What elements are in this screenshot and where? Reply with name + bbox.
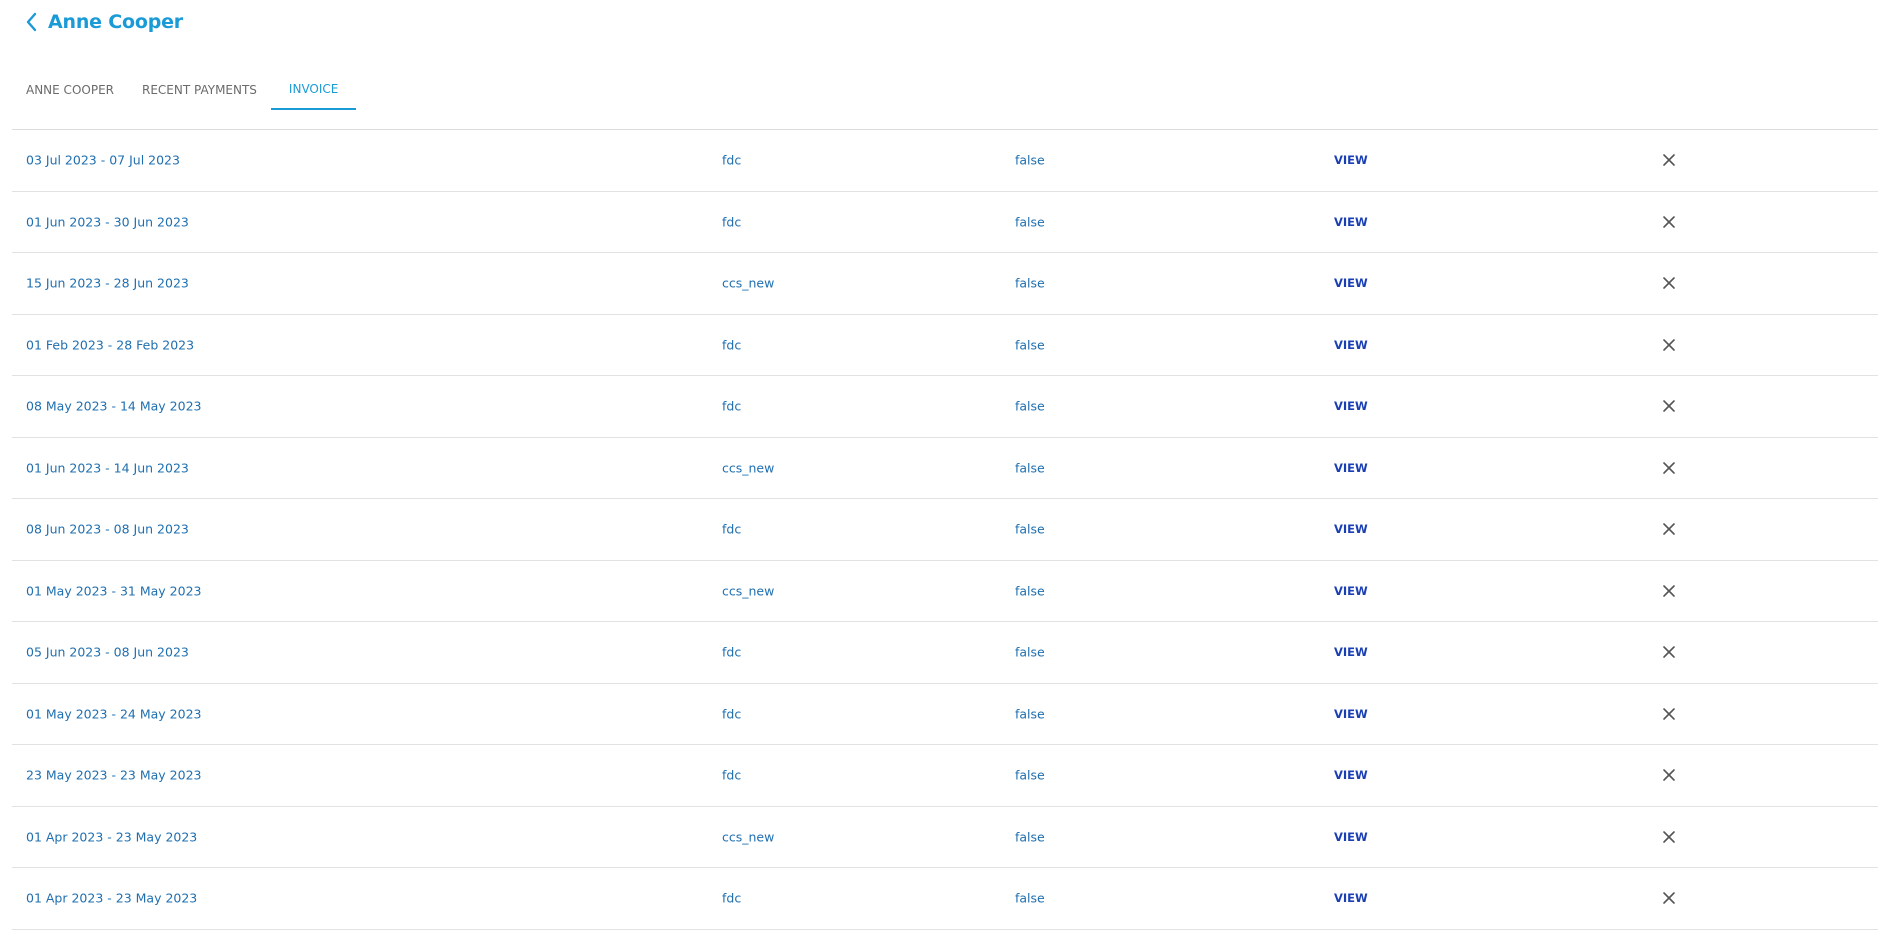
close-icon[interactable]	[1660, 766, 1678, 784]
invoice-type: fdc	[722, 767, 742, 783]
close-icon[interactable]	[1660, 397, 1678, 415]
invoice-period: 15 Jun 2023 - 28 Jun 2023	[26, 275, 189, 291]
invoice-period: 23 May 2023 - 23 May 2023	[26, 767, 202, 783]
invoice-type: fdc	[722, 890, 742, 906]
page-title: Anne Cooper	[48, 11, 183, 33]
invoice-flag: false	[1015, 398, 1045, 414]
view-button[interactable]: VIEW	[1334, 522, 1368, 536]
page-header: Anne Cooper	[22, 8, 183, 36]
invoice-flag: false	[1015, 890, 1045, 906]
invoice-type: fdc	[722, 214, 742, 230]
invoice-flag: false	[1015, 152, 1045, 168]
close-icon[interactable]	[1660, 828, 1678, 846]
view-button[interactable]: VIEW	[1334, 399, 1368, 413]
invoice-type: fdc	[722, 521, 742, 537]
table-row: 23 May 2023 - 23 May 2023 fdc false VIEW	[12, 745, 1878, 807]
invoice-flag: false	[1015, 337, 1045, 353]
table-row: 15 Jun 2023 - 28 Jun 2023 ccs_new false VIE…	[12, 253, 1878, 315]
tab-bar: ANNE COOPER RECENT PAYMENTS INVOICE	[12, 70, 357, 110]
close-icon[interactable]	[1660, 643, 1678, 661]
invoice-type: ccs_new	[722, 275, 775, 291]
invoice-period: 08 May 2023 - 14 May 2023	[26, 398, 202, 414]
view-button[interactable]: VIEW	[1334, 830, 1368, 844]
close-icon[interactable]	[1660, 705, 1678, 723]
view-button[interactable]: VIEW	[1334, 461, 1368, 475]
table-row: 01 Feb 2023 - 28 Feb 2023 fdc false VIEW	[12, 315, 1878, 376]
invoice-flag: false	[1015, 767, 1045, 783]
invoice-period: 01 Jun 2023 - 14 Jun 2023	[26, 460, 189, 476]
invoice-period: 08 Jun 2023 - 08 Jun 2023	[26, 521, 189, 537]
table-row: 01 May 2023 - 31 May 2023 ccs_new false VIE…	[12, 561, 1878, 622]
invoice-period: 01 May 2023 - 31 May 2023	[26, 583, 202, 599]
close-icon[interactable]	[1660, 520, 1678, 538]
invoice-flag: false	[1015, 706, 1045, 722]
invoice-flag: false	[1015, 460, 1045, 476]
table-row: 01 Jun 2023 - 14 Jun 2023 ccs_new false VIE…	[12, 438, 1878, 499]
invoice-period: 01 Feb 2023 - 28 Feb 2023	[26, 337, 195, 353]
view-button[interactable]: VIEW	[1334, 707, 1368, 721]
table-row: 05 Jun 2023 - 08 Jun 2023 fdc false VIEW	[12, 622, 1878, 684]
invoice-flag: false	[1015, 583, 1045, 599]
invoice-period: 01 May 2023 - 24 May 2023	[26, 706, 202, 722]
table-row: 01 Jun 2023 - 30 Jun 2023 fdc false VIEW	[12, 192, 1878, 253]
invoice-table: 03 Jul 2023 - 07 Jul 2023 fdc false VIEW 01 …	[12, 129, 1878, 930]
invoice-type: ccs_new	[722, 583, 775, 599]
invoice-type: fdc	[722, 398, 742, 414]
invoice-flag: false	[1015, 644, 1045, 660]
close-icon[interactable]	[1660, 582, 1678, 600]
tab-recent-payments[interactable]: RECENT PAYMENTS	[128, 70, 271, 110]
invoice-flag: false	[1015, 829, 1045, 845]
invoice-period: 01 Apr 2023 - 23 May 2023	[26, 890, 198, 906]
invoice-period: 01 Apr 2023 - 23 May 2023	[26, 829, 198, 845]
invoice-type: ccs_new	[722, 460, 775, 476]
close-icon[interactable]	[1660, 274, 1678, 292]
view-button[interactable]: VIEW	[1334, 645, 1368, 659]
invoice-period: 03 Jul 2023 - 07 Jul 2023	[26, 152, 180, 168]
close-icon[interactable]	[1660, 459, 1678, 477]
invoice-flag: false	[1015, 275, 1045, 291]
view-button[interactable]: VIEW	[1334, 153, 1368, 167]
chevron-left-icon[interactable]	[22, 8, 42, 36]
tab-anne-cooper[interactable]: ANNE COOPER	[12, 70, 128, 110]
close-icon[interactable]	[1660, 889, 1678, 907]
close-icon[interactable]	[1660, 213, 1678, 231]
table-row: 01 May 2023 - 24 May 2023 fdc false VIEW	[12, 684, 1878, 745]
close-icon[interactable]	[1660, 151, 1678, 169]
invoice-type: fdc	[722, 337, 742, 353]
invoice-type: ccs_new	[722, 829, 775, 845]
view-button[interactable]: VIEW	[1334, 768, 1368, 782]
view-button[interactable]: VIEW	[1334, 276, 1368, 290]
invoice-type: fdc	[722, 644, 742, 660]
invoice-period: 05 Jun 2023 - 08 Jun 2023	[26, 644, 189, 660]
view-button[interactable]: VIEW	[1334, 338, 1368, 352]
invoice-flag: false	[1015, 521, 1045, 537]
view-button[interactable]: VIEW	[1334, 215, 1368, 229]
table-row: 01 Apr 2023 - 23 May 2023 ccs_new false VIE…	[12, 807, 1878, 868]
view-button[interactable]: VIEW	[1334, 891, 1368, 905]
invoice-flag: false	[1015, 214, 1045, 230]
table-row: 01 Apr 2023 - 23 May 2023 fdc false VIEW	[12, 868, 1878, 930]
table-row: 03 Jul 2023 - 07 Jul 2023 fdc false VIEW	[12, 130, 1878, 192]
table-row: 08 May 2023 - 14 May 2023 fdc false VIEW	[12, 376, 1878, 438]
view-button[interactable]: VIEW	[1334, 584, 1368, 598]
tab-invoice[interactable]: INVOICE	[270, 70, 357, 110]
table-row: 08 Jun 2023 - 08 Jun 2023 fdc false VIEW	[12, 499, 1878, 561]
invoice-type: fdc	[722, 706, 742, 722]
page: Anne Cooper ANNE COOPER RECENT PAYMENTS …	[0, 0, 1892, 945]
invoice-type: fdc	[722, 152, 742, 168]
invoice-period: 01 Jun 2023 - 30 Jun 2023	[26, 214, 189, 230]
close-icon[interactable]	[1660, 336, 1678, 354]
